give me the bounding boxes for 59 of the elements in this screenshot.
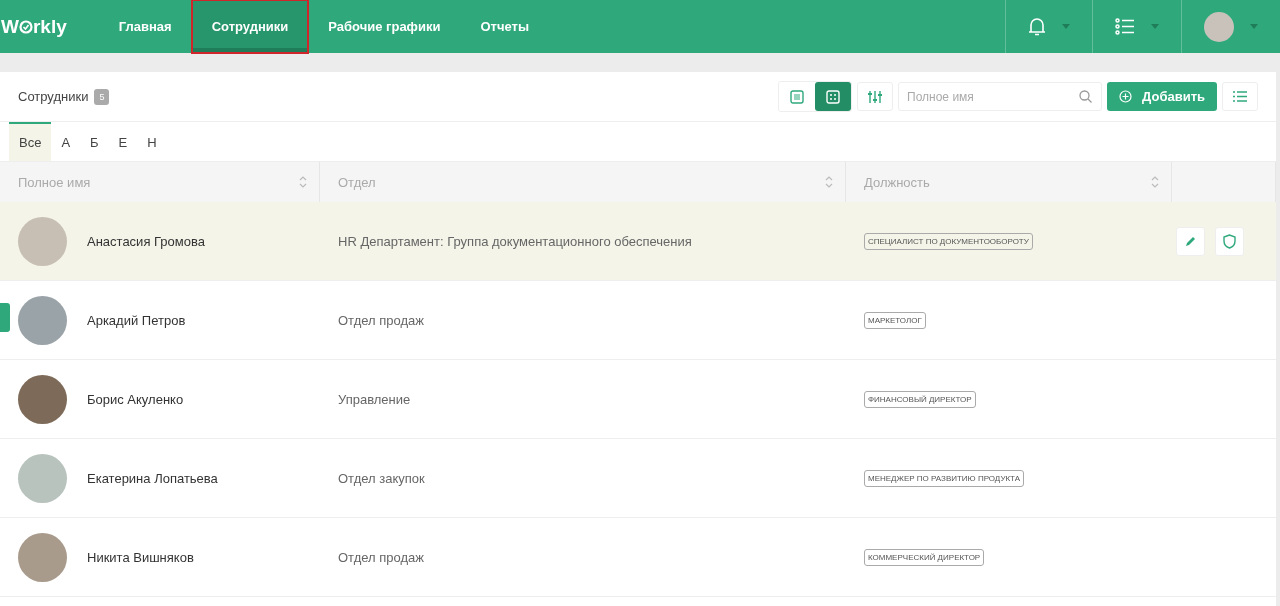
letter-filter-tab[interactable]: Б: [80, 122, 109, 161]
avatar: [18, 295, 67, 345]
position-tag: МАРКЕТОЛОГ: [864, 311, 926, 329]
view-toggle-button[interactable]: [815, 82, 852, 111]
letter-filter-tab[interactable]: Е: [108, 122, 138, 161]
department-text: Управление: [338, 391, 411, 407]
panel-title: Сотрудники: [18, 89, 89, 104]
plus-circle-icon: [1119, 90, 1133, 103]
avatar: [18, 374, 67, 424]
pencil-icon: [1185, 235, 1196, 247]
grid-view-icon: [790, 89, 805, 104]
column-title: Должность: [864, 174, 930, 190]
edit-button[interactable]: [1176, 226, 1205, 256]
list-icon: [1233, 91, 1247, 102]
column-title: Полное имя: [18, 174, 91, 190]
sort-icon[interactable]: [825, 176, 833, 188]
sliders-icon: [868, 89, 883, 104]
position-tag: КОММЕРЧЕСКИЙ ДИРЕКТОР: [864, 548, 985, 566]
search-field[interactable]: Полное имя: [898, 82, 1103, 111]
permissions-button[interactable]: [1215, 226, 1244, 256]
employee-name: Екатерина Лопатьева: [87, 470, 218, 486]
employee-name: Борис Акуленко: [87, 391, 184, 407]
avatar: [1204, 11, 1234, 42]
employee-name: Анастасия Громова: [87, 233, 205, 249]
department-text: Отдел закупок: [338, 470, 425, 486]
letter-filter-tab[interactable]: Все: [9, 122, 52, 161]
avatar: [18, 532, 67, 582]
position-tag: СПЕЦИАЛИСТ ПО ДОКУМЕНТООБОРОТУ: [864, 232, 1033, 250]
caret-icon: [1250, 24, 1258, 29]
column-title: Отдел: [338, 174, 376, 190]
bell-icon: [1028, 16, 1046, 37]
shield-icon: [1223, 233, 1236, 249]
letter-filter-tab[interactable]: А: [51, 122, 81, 161]
table-row[interactable]: Анастасия Громова HR Департамент: Группа документационного обеспечения СПЕЦИАЛИСТ ПО ДОКУМЕНТООБОРОТУ: [0, 202, 1276, 281]
employee-name: Никита Вишняков: [87, 549, 194, 565]
avatar: [18, 216, 67, 266]
sort-icon[interactable]: [299, 176, 307, 188]
employee-name: Аркадий Петров: [87, 312, 186, 328]
nav-tab[interactable]: Сотрудники: [191, 0, 309, 53]
department-text: HR Департамент: Группа документационного обеспечения: [338, 233, 692, 249]
check-circle-icon: [18, 19, 33, 34]
list-menu-button[interactable]: [1222, 82, 1258, 111]
position-tag: МЕНЕДЖЕР ПО РАЗВИТИЮ ПРОДУКТА: [864, 469, 1025, 487]
logo-text: rkly: [32, 15, 67, 38]
list-view-icon: [826, 89, 841, 104]
letter-filter-tab[interactable]: Н: [137, 122, 167, 161]
caret-icon: [1062, 24, 1070, 29]
search-icon: [1079, 90, 1093, 103]
position-tag: ФИНАНСОВЫЙ ДИРЕКТОР: [864, 390, 976, 408]
logo-text: W: [1, 15, 19, 38]
side-panel-toggle[interactable]: [0, 303, 10, 332]
sort-icon[interactable]: [1151, 176, 1159, 188]
department-text: Отдел продаж: [338, 312, 424, 328]
count-badge: 5: [94, 88, 110, 105]
filter-button[interactable]: [857, 82, 894, 111]
caret-icon: [1151, 24, 1159, 29]
department-text: Отдел продаж: [338, 549, 424, 565]
avatar: [18, 453, 67, 503]
list-icon: [1115, 18, 1135, 35]
